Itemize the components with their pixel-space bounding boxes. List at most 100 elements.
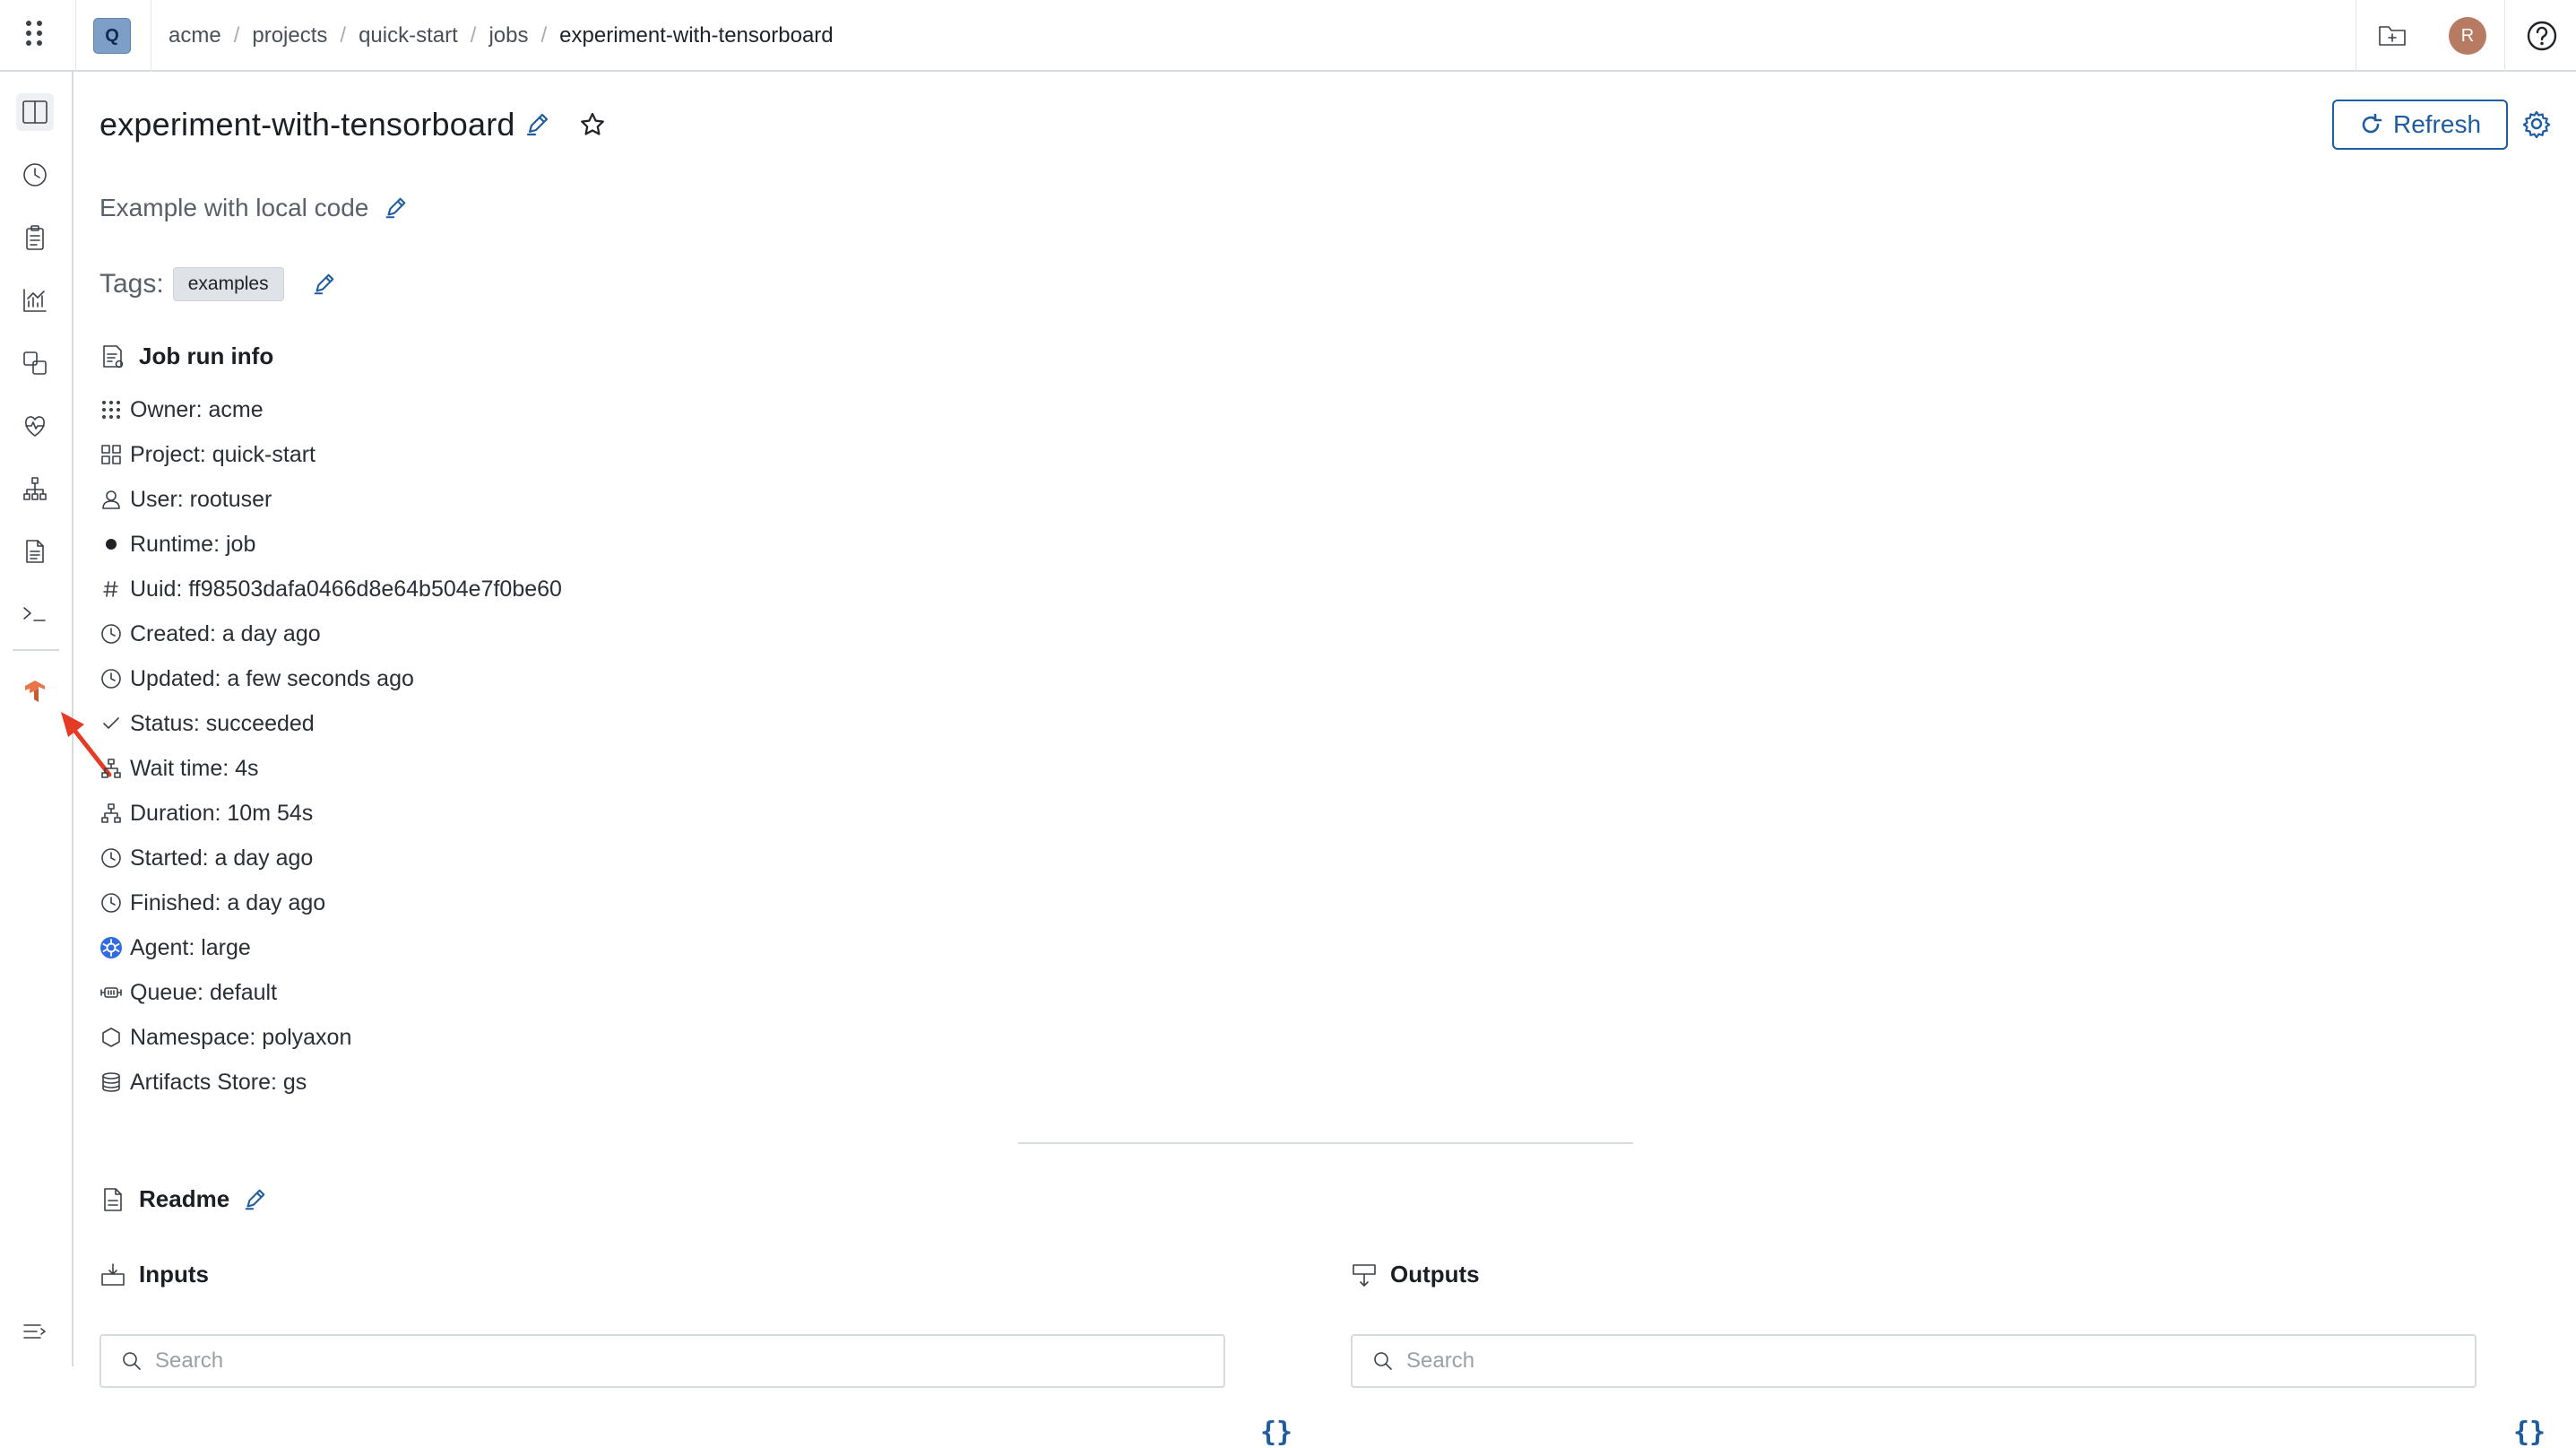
breadcrumb-owner[interactable]: acme [169,23,221,48]
new-folder-icon[interactable] [2377,20,2407,50]
info-project: Project: quick-start [99,439,817,470]
info-created-text: Created: a day ago [130,620,321,646]
sidebar-item-clipboard[interactable] [16,219,54,256]
sidebar-expand[interactable] [16,1313,54,1350]
artifacts-icon [23,351,47,375]
info-user-text: User: rootuser [130,486,272,512]
inputs-heading: Inputs [99,1261,209,1288]
refresh-button[interactable]: Refresh [2332,100,2508,150]
divider [75,0,76,72]
info-namespace-text: Namespace: polyaxon [130,1024,352,1050]
inputs-icon [101,1262,125,1286]
runs-history-icon [23,163,47,186]
info-agent: Agent: large [99,932,817,963]
sidebar-item-artifacts[interactable] [16,344,54,382]
check-icon [99,712,123,735]
info-started: Started: a day ago [99,843,817,873]
search-icon [123,1352,141,1370]
info-user: User: rootuser [99,484,817,515]
description-text: Example with local code [99,194,369,221]
queue-icon [99,981,123,1004]
info-owner: Owner: acme [99,395,817,425]
edit-title-pencil-icon[interactable] [523,111,550,138]
breadcrumb-jobs[interactable]: jobs [488,23,528,48]
info-uuid-text: Uuid: ff98503dafa0466d8e64b504e7f0be60 [130,576,562,602]
info-updated-text: Updated: a few seconds ago [130,665,414,691]
info-finished: Finished: a day ago [99,888,817,918]
sidebar-item-tensorboard[interactable] [16,672,54,710]
breadcrumb-separator: / [540,23,548,48]
info-duration: Duration: 10m 54s [99,798,817,828]
clock-icon [99,891,123,915]
charts-icon [23,289,47,312]
favorite-star-icon[interactable] [579,111,606,138]
info-wait-time-text: Wait time: 4s [130,755,259,781]
inputs-search-input[interactable]: Search [99,1334,1225,1388]
edit-readme-pencil-icon[interactable] [242,1187,267,1212]
readme-heading: Readme [99,1185,267,1213]
outputs-heading: Outputs [1351,1261,1480,1288]
sidebar-item-terminal[interactable] [16,595,54,633]
owner-grid-icon [99,398,123,421]
description: Example with local code [99,194,408,222]
sidebar-item-overview[interactable] [16,93,54,131]
clock-icon [99,622,123,646]
hash-icon [99,577,123,601]
readme-title: Readme [139,1185,230,1212]
inputs-json-view-button[interactable]: {} [1260,1417,1292,1448]
help-icon[interactable] [2524,18,2560,54]
main-content: experiment-with-tensorboard Refresh Exam… [75,72,2576,1448]
tag-examples[interactable]: examples [172,267,284,301]
outputs-title: Outputs [1390,1261,1480,1288]
info-agent-text: Agent: large [130,934,251,960]
sidebar-item-history[interactable] [16,156,54,194]
settings-gear-icon[interactable] [2522,109,2551,138]
inputs-search-placeholder: Search [155,1348,224,1373]
lineage-icon [23,477,47,500]
info-project-text: Project: quick-start [130,441,316,467]
info-namespace: Namespace: polyaxon [99,1022,817,1053]
project-avatar[interactable]: Q [93,18,131,54]
info-runtime-text: Runtime: job [130,531,256,557]
clock-icon [99,846,123,870]
outputs-search-input[interactable]: Search [1351,1334,2477,1388]
info-queue: Queue: default [99,977,817,1008]
expand-sidebar-icon [23,1324,46,1339]
edit-description-pencil-icon[interactable] [383,195,408,221]
sidebar-item-logs[interactable] [16,533,54,570]
user-icon [99,488,123,511]
clock-icon [99,667,123,690]
runtime-dot-icon [99,533,123,556]
outputs-icon [1353,1263,1376,1287]
app-menu-grid-icon[interactable] [23,18,47,54]
edit-tags-pencil-icon[interactable] [311,272,336,297]
info-artifacts-store: Artifacts Store: gs [99,1067,817,1097]
page-title: experiment-with-tensorboard [99,106,515,143]
outputs-json-view-button[interactable]: {} [2513,1417,2546,1448]
sidebar-item-health[interactable] [16,407,54,445]
sidebar-item-charts[interactable] [16,282,54,319]
clipboard-icon [26,225,44,250]
breadcrumb-current: experiment-with-tensorboard [559,23,834,48]
kubernetes-icon [99,936,123,959]
job-run-info-title: Job run info [139,342,274,369]
search-icon [1374,1352,1392,1370]
sidebar-divider [13,649,59,651]
info-created: Created: a day ago [99,619,817,649]
info-updated: Updated: a few seconds ago [99,663,817,694]
info-uuid: Uuid: ff98503dafa0466d8e64b504e7f0be60 [99,574,817,604]
info-queue-text: Queue: default [130,979,278,1005]
user-avatar[interactable]: R [2449,17,2486,55]
breadcrumb: acme / projects / quick-start / jobs / e… [169,20,834,52]
sidebar-item-lineage[interactable] [16,470,54,507]
section-divider [1018,1142,1633,1144]
overview-panels-icon [22,100,48,124]
info-wait-time: Wait time: 4s [99,753,817,784]
inputs-title: Inputs [139,1261,209,1288]
breadcrumb-project[interactable]: quick-start [359,23,458,48]
readme-document-icon [104,1187,122,1211]
breadcrumb-projects[interactable]: projects [252,23,327,48]
info-status-text: Status: succeeded [130,710,315,736]
health-icon [25,416,45,437]
project-icon [99,443,123,466]
